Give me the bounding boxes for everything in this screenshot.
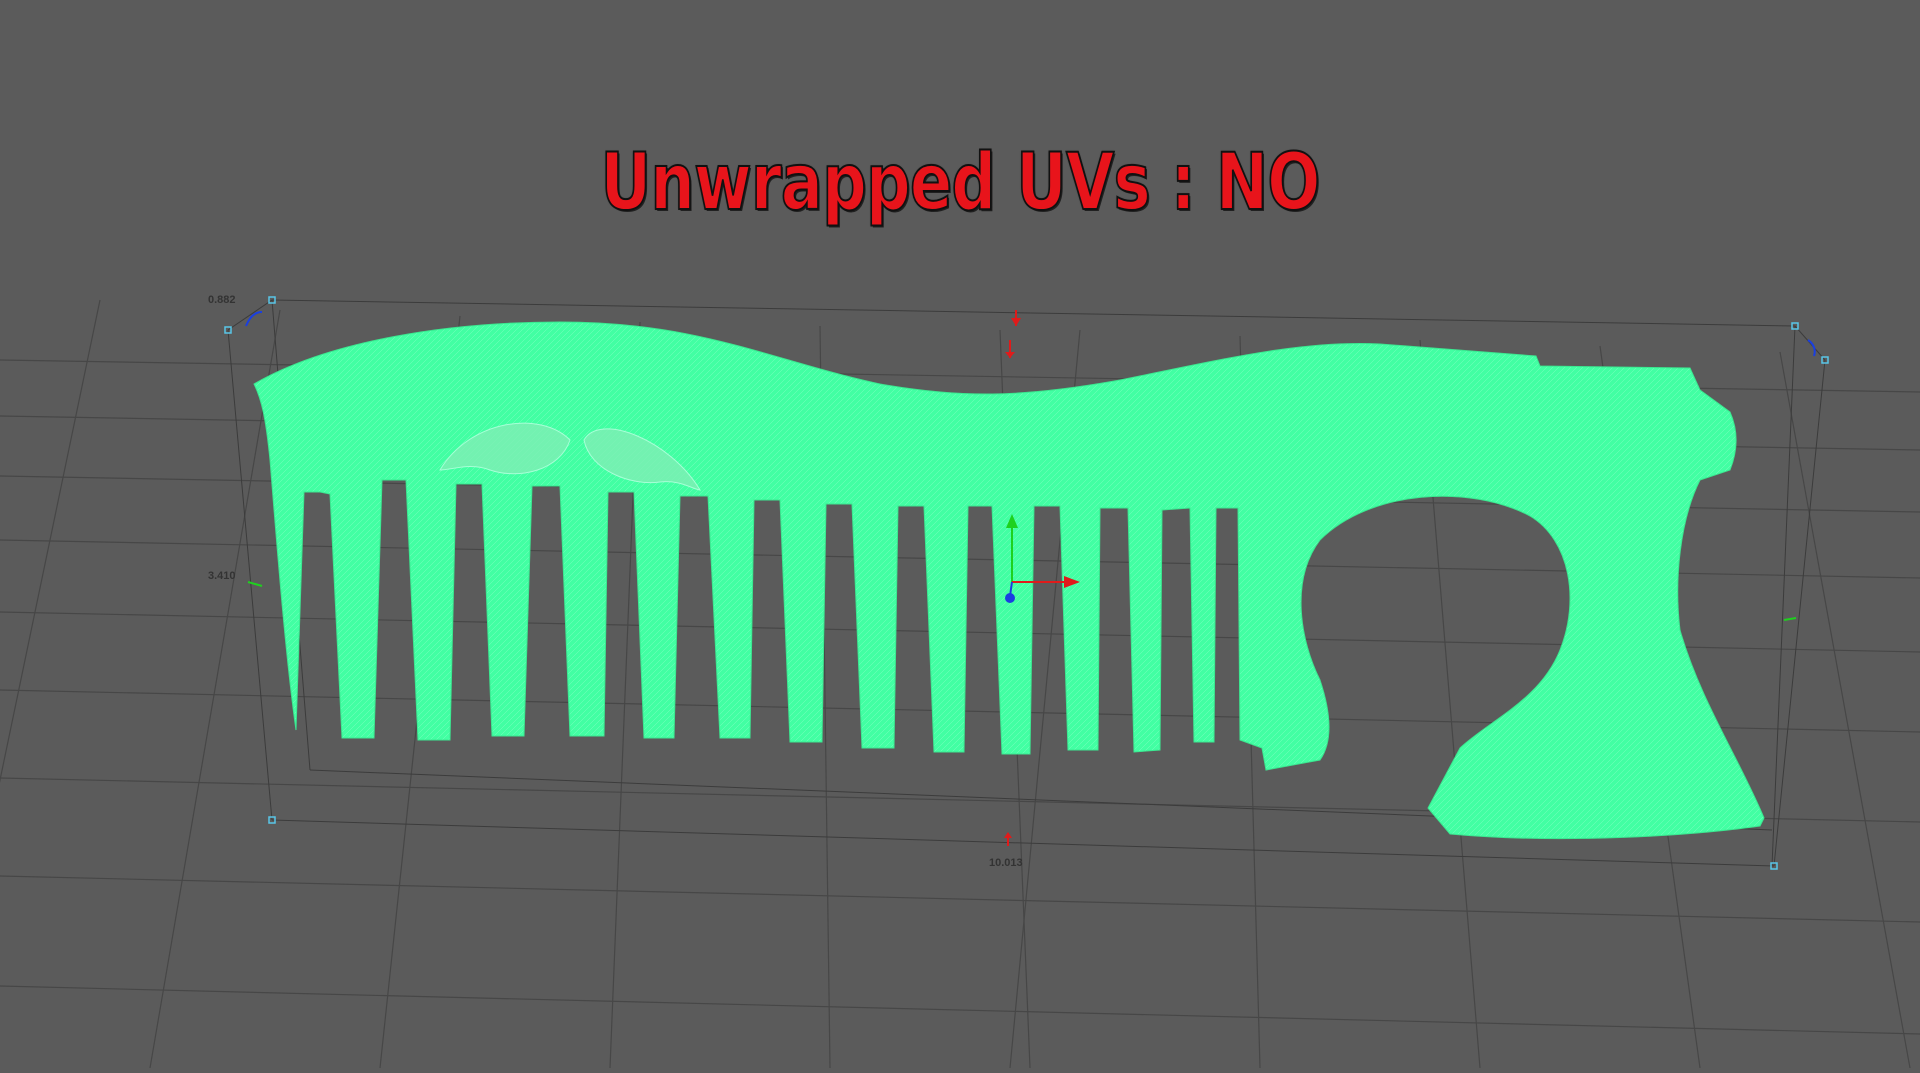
- dimension-label-height: 0.882: [208, 294, 236, 306]
- overlay-title: Unwrapped UVs : NO: [600, 137, 1321, 229]
- comb-mesh[interactable]: [253, 321, 1765, 840]
- dimension-label-width: 10.013: [989, 857, 1023, 869]
- dimension-label-depth: 3.410: [208, 570, 236, 582]
- 3d-viewport[interactable]: Unwrapped UVs : NO 0.882 3.410 10.013: [0, 0, 1920, 1069]
